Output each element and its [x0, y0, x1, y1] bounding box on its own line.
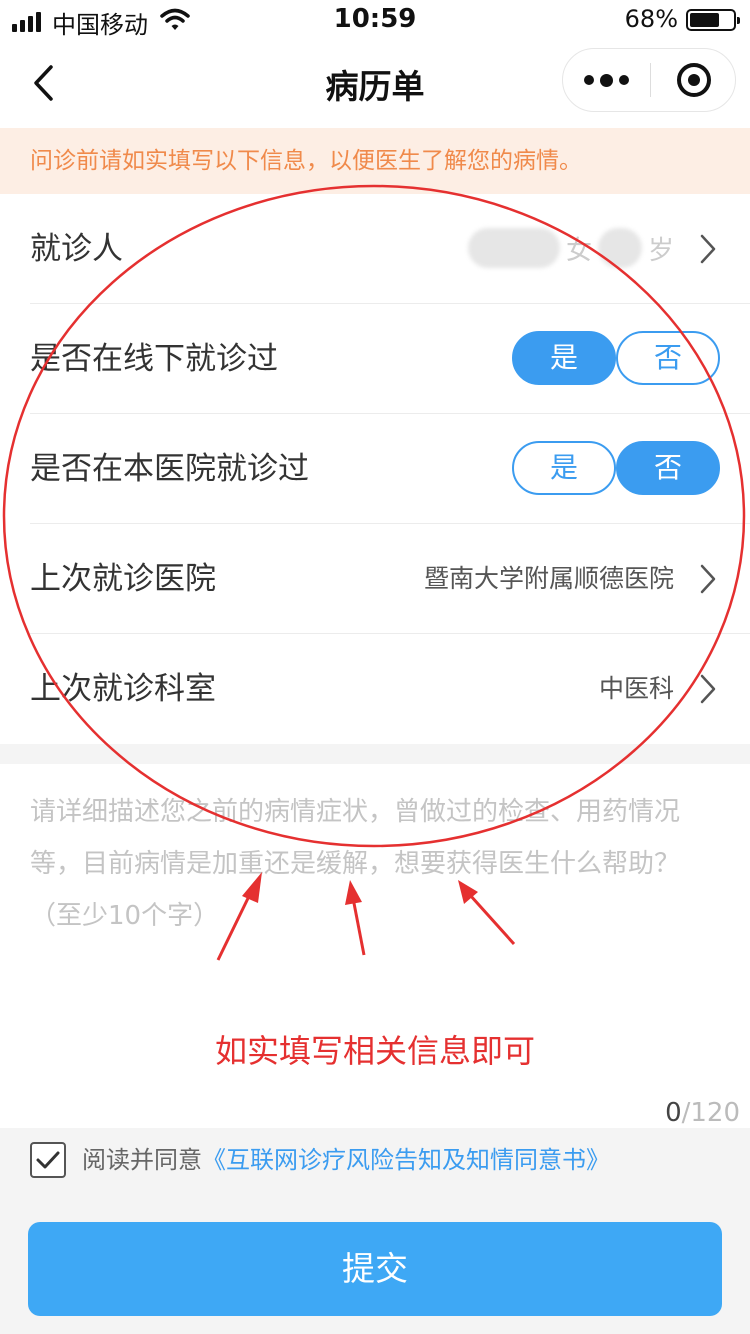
annotation-text: 如实填写相关信息即可: [214, 1032, 535, 1070]
last-hospital-row[interactable]: 上次就诊医院 暨南大学附属顺德医院: [30, 524, 750, 634]
agreement-text: 阅读并同意《互联网诊疗风险告知及知情同意书》: [82, 1142, 610, 1178]
offline-visit-yes-button[interactable]: 是: [512, 331, 616, 385]
agreement-link[interactable]: 《互联网诊疗风险告知及知情同意书》: [202, 1146, 610, 1174]
chevron-right-icon: [700, 234, 716, 264]
nav-bar: 病历单: [0, 40, 750, 128]
last-department-label: 上次就诊科室: [30, 671, 216, 707]
blurred-name: [467, 228, 560, 268]
agreement-prefix: 阅读并同意: [82, 1146, 202, 1174]
close-icon: [677, 63, 711, 97]
offline-visit-no-button[interactable]: 否: [616, 331, 720, 385]
status-bar: 中国移动 10:59 68%: [0, 0, 750, 40]
chevron-right-icon: [700, 564, 716, 594]
more-icon: [584, 75, 594, 85]
medical-form: 就诊人 女 岁 是否在线下就诊过 是 否 是否在本医院就诊过 是 否 上次就诊医…: [0, 194, 750, 744]
patient-info: 女 岁: [467, 228, 674, 268]
counter-max: /120: [681, 1098, 740, 1128]
this-hospital-yes-button[interactable]: 是: [512, 441, 616, 495]
offline-visit-label: 是否在线下就诊过: [30, 341, 278, 377]
counter-current: 0: [665, 1098, 682, 1128]
patient-gender: 女: [565, 235, 592, 266]
battery-percent: 68%: [624, 5, 678, 33]
last-department-value: 中医科: [598, 674, 674, 703]
check-icon: [36, 1151, 60, 1169]
battery-icon: [686, 9, 740, 31]
agreement-bar: 阅读并同意《互联网诊疗风险告知及知情同意书》: [0, 1128, 750, 1198]
close-button[interactable]: [651, 49, 737, 111]
agreement-checkbox[interactable]: [30, 1142, 66, 1178]
battery-fill: [690, 13, 719, 27]
patient-age-suffix: 岁: [647, 235, 674, 266]
char-counter: 0/120: [665, 1098, 740, 1128]
patient-row[interactable]: 就诊人 女 岁: [30, 194, 750, 304]
this-hospital-label: 是否在本医院就诊过: [30, 451, 309, 487]
chevron-right-icon: [700, 674, 716, 704]
this-hospital-no-button[interactable]: 否: [616, 441, 720, 495]
more-button[interactable]: [563, 49, 650, 111]
description-input[interactable]: 请详细描述您之前的病情症状，曾做过的检查、用药情况等，目前病情是加重还是缓解，想…: [0, 764, 750, 1128]
description-placeholder: 请详细描述您之前的病情症状，曾做过的检查、用药情况等，目前病情是加重还是缓解，想…: [30, 797, 681, 931]
capsule-menu: [562, 48, 736, 112]
last-department-row[interactable]: 上次就诊科室 中医科: [30, 634, 750, 744]
submit-button[interactable]: 提交: [28, 1222, 722, 1316]
this-hospital-row: 是否在本医院就诊过 是 否: [30, 414, 750, 524]
notice-banner: 问诊前请如实填写以下信息，以便医生了解您的病情。: [0, 128, 750, 194]
last-hospital-label: 上次就诊医院: [30, 561, 216, 597]
offline-visit-row: 是否在线下就诊过 是 否: [30, 304, 750, 414]
patient-label: 就诊人: [30, 231, 123, 267]
blurred-age: [597, 228, 642, 268]
last-hospital-value: 暨南大学附属顺德医院: [423, 564, 674, 593]
